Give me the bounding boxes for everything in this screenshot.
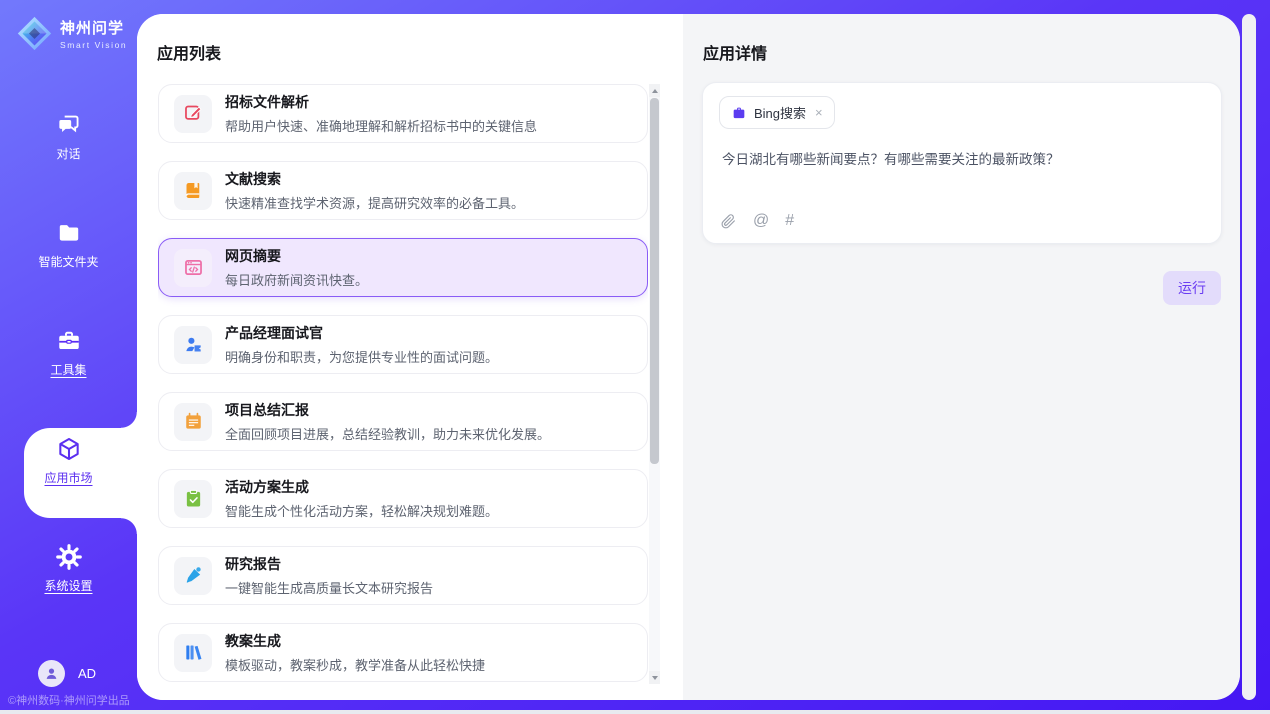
app-card[interactable]: 教案生成 模板驱动，教案秒成，教学准备从此轻松快捷 bbox=[158, 623, 648, 682]
interviewer-icon bbox=[174, 326, 212, 364]
paperclip-icon[interactable] bbox=[720, 213, 737, 230]
app-card-description: 全面回顾项目进展，总结经验教训，助力未来优化发展。 bbox=[225, 424, 550, 443]
sidebar-item[interactable]: 智能文件夹 bbox=[0, 206, 137, 314]
sidebar-item-label: 工具集 bbox=[50, 361, 86, 378]
scroll-down-button[interactable] bbox=[649, 671, 660, 684]
app-card-description: 模板驱动，教案秒成，教学准备从此轻松快捷 bbox=[225, 655, 485, 674]
app-card-title: 招标文件解析 bbox=[225, 92, 537, 112]
app-card-description: 一键智能生成高质量长文本研究报告 bbox=[225, 578, 433, 597]
toolbox-icon bbox=[56, 328, 82, 354]
sidebar-item[interactable]: 应用市场 bbox=[0, 422, 137, 530]
scroll-up-button[interactable] bbox=[649, 84, 660, 97]
sidebar-item-label: 应用市场 bbox=[44, 469, 92, 486]
main-panel: 应用列表 招标文件解析 帮助用户快速、准确地理解和解析招标书中的关键信息 文献搜… bbox=[137, 14, 1240, 700]
tool-tag-label: Bing搜索 bbox=[754, 103, 806, 122]
brand-name: 神州问学 bbox=[60, 17, 127, 38]
app-card-title: 文献搜索 bbox=[225, 169, 524, 189]
app-card-title: 教案生成 bbox=[225, 631, 485, 651]
app-card-title: 研究报告 bbox=[225, 554, 433, 574]
right-edge-strip bbox=[1242, 14, 1256, 700]
briefcase-icon bbox=[731, 105, 747, 121]
pen-icon bbox=[174, 557, 212, 595]
prompt-card[interactable]: Bing搜索 × 今日湖北有哪些新闻要点？有哪些需要关注的最新政策？ @ # bbox=[702, 82, 1222, 244]
app-card[interactable]: 文献搜索 快速精准查找学术资源，提高研究效率的必备工具。 bbox=[158, 161, 648, 220]
app-card-title: 活动方案生成 bbox=[225, 477, 498, 497]
clipboard-icon bbox=[174, 480, 212, 518]
calendar-icon bbox=[174, 403, 212, 441]
tool-tag[interactable]: Bing搜索 × bbox=[719, 96, 835, 129]
triangle-down-icon bbox=[652, 676, 658, 680]
sidebar-item[interactable]: 工具集 bbox=[0, 314, 137, 422]
prompt-text[interactable]: 今日湖北有哪些新闻要点？有哪些需要关注的最新政策？ bbox=[722, 150, 1201, 170]
app-card-title: 产品经理面试官 bbox=[225, 323, 498, 343]
app-card-list: 招标文件解析 帮助用户快速、准确地理解和解析招标书中的关键信息 文献搜索 快速精… bbox=[158, 84, 648, 700]
sidebar: 神州问学 Smart Vision 对话 智能文件夹 bbox=[0, 0, 137, 714]
sidebar-item-label: 系统设置 bbox=[44, 577, 92, 594]
sidebar-item[interactable]: 对话 bbox=[0, 98, 137, 206]
user-row: AD bbox=[38, 660, 96, 687]
brand-logo-icon bbox=[16, 15, 53, 52]
run-button[interactable]: 运行 bbox=[1163, 271, 1221, 305]
brand-subtitle: Smart Vision bbox=[60, 40, 127, 50]
app-card[interactable]: 网页摘要 每日政府新闻资讯快查。 bbox=[158, 238, 648, 297]
triangle-up-icon bbox=[652, 89, 658, 93]
sidebar-nav: 对话 智能文件夹 工具集 应用市场 bbox=[0, 98, 137, 638]
app-card[interactable]: 活动方案生成 智能生成个性化活动方案，轻松解决规划难题。 bbox=[158, 469, 648, 528]
sidebar-item[interactable]: 系统设置 bbox=[0, 530, 137, 638]
app-detail-title: 应用详情 bbox=[703, 40, 767, 64]
copyright-footer: ©神州数码·神州问学出品 bbox=[8, 692, 130, 708]
cube-icon bbox=[56, 436, 82, 462]
close-icon[interactable]: × bbox=[815, 105, 823, 120]
app-list-title: 应用列表 bbox=[157, 40, 221, 64]
app-list-panel: 应用列表 招标文件解析 帮助用户快速、准确地理解和解析招标书中的关键信息 文献搜… bbox=[137, 14, 683, 700]
person-icon[interactable] bbox=[38, 660, 65, 687]
app-card-description: 智能生成个性化活动方案，轻松解决规划难题。 bbox=[225, 501, 498, 520]
app-card-description: 明确身份和职责，为您提供专业性的面试问题。 bbox=[225, 347, 498, 366]
app-card[interactable]: 项目总结汇报 全面回顾项目进展，总结经验教训，助力未来优化发展。 bbox=[158, 392, 648, 451]
chat-icon bbox=[56, 112, 82, 138]
app-card-description: 快速精准查找学术资源，提高研究效率的必备工具。 bbox=[225, 193, 524, 212]
brand: 神州问学 Smart Vision bbox=[16, 15, 127, 52]
at-icon[interactable]: @ bbox=[753, 212, 769, 230]
gear-icon bbox=[56, 544, 82, 570]
app-card[interactable]: 招标文件解析 帮助用户快速、准确地理解和解析招标书中的关键信息 bbox=[158, 84, 648, 143]
hash-icon[interactable]: # bbox=[785, 212, 794, 230]
attachment-toolbar: @ # bbox=[720, 212, 794, 230]
app-card-description: 每日政府新闻资讯快查。 bbox=[225, 270, 368, 289]
bid-doc-icon bbox=[174, 95, 212, 133]
book-icon bbox=[174, 172, 212, 210]
scrollbar[interactable] bbox=[649, 84, 660, 684]
app-card[interactable]: 研究报告 一键智能生成高质量长文本研究报告 bbox=[158, 546, 648, 605]
web-icon bbox=[174, 249, 212, 287]
app-card[interactable]: 产品经理面试官 明确身份和职责，为您提供专业性的面试问题。 bbox=[158, 315, 648, 374]
user-label: AD bbox=[78, 666, 96, 681]
app-window: 神州问学 Smart Vision 对话 智能文件夹 bbox=[0, 0, 1270, 714]
sidebar-item-label: 智能文件夹 bbox=[38, 253, 98, 270]
folder-icon bbox=[56, 220, 82, 246]
app-detail-panel: 应用详情 Bing搜索 × 今日湖北有哪些新闻要点？有哪些需要关注的最新政策？ … bbox=[683, 14, 1240, 700]
app-card-title: 项目总结汇报 bbox=[225, 400, 550, 420]
app-card-description: 帮助用户快速、准确地理解和解析招标书中的关键信息 bbox=[225, 116, 537, 135]
scrollbar-thumb[interactable] bbox=[650, 98, 659, 464]
app-card-title: 网页摘要 bbox=[225, 246, 368, 266]
books-icon bbox=[174, 634, 212, 672]
sidebar-item-label: 对话 bbox=[56, 145, 80, 162]
